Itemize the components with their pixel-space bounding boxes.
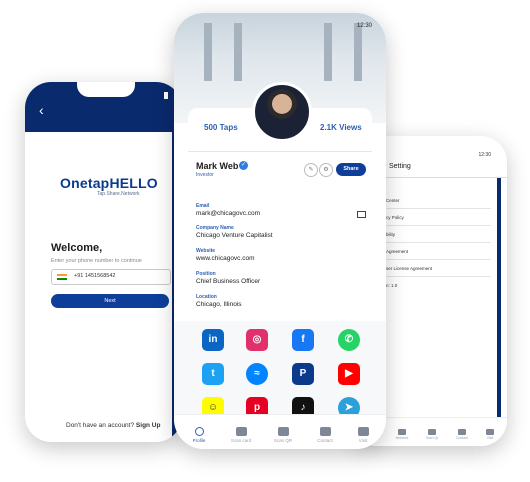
signup-line: Don't have an account? Sign Up	[66, 422, 160, 429]
field-label: Company Name	[196, 225, 234, 231]
verified-icon: ✓	[239, 161, 248, 170]
login-phone: ‹ OnetapHELLO Tap.Share.Network Welcome,…	[25, 82, 182, 442]
phone-input[interactable]: +91 1451568542	[51, 269, 171, 285]
nav-scan-qr[interactable]: Scan Qr	[422, 429, 442, 440]
signup-link[interactable]: Sign Up	[136, 422, 161, 429]
divider	[381, 276, 491, 277]
edit-icon[interactable]: ✎	[304, 163, 318, 177]
window-mullion	[234, 23, 242, 81]
profile-name: Mark Web	[196, 161, 239, 171]
india-flag-icon[interactable]	[57, 274, 67, 280]
visit-icon	[357, 427, 369, 436]
field-value: Chicago Venture Capitalist	[196, 232, 273, 239]
window-mullion	[354, 23, 362, 81]
taps-count: 500 Taps	[204, 123, 238, 132]
field-label: Location	[196, 294, 217, 300]
app-logo: OnetapHELLO	[60, 175, 158, 191]
position-field: Position Chief Business Officer	[196, 271, 260, 285]
settings-icon[interactable]: ⚙	[319, 163, 333, 177]
battery-icon	[164, 92, 168, 99]
field-value: mark@chicagovc.com	[196, 210, 261, 217]
nav-contact[interactable]: Contact	[452, 429, 472, 440]
nav-profile[interactable]: Profile	[184, 427, 214, 443]
views-count: 2.1K Views	[320, 123, 362, 132]
phone-prompt: Enter your phone number to continue	[51, 258, 142, 264]
instagram-icon[interactable]: ◎	[246, 329, 268, 351]
nav-label: Network	[395, 436, 409, 440]
logo-tagline: Tap.Share.Network	[97, 191, 140, 197]
settings-item[interactable]: ser License Agreement	[386, 266, 432, 271]
welcome-heading: Welcome,	[51, 242, 103, 254]
card-icon	[235, 427, 247, 436]
phone-notch	[77, 82, 135, 97]
contact-icon	[458, 429, 466, 435]
phone-value: +91 1451568542	[74, 273, 116, 279]
logo-prefix: Onetap	[60, 175, 110, 191]
field-value: Chicago, Illinois	[196, 301, 242, 308]
settings-title: Setting	[389, 163, 411, 170]
nav-label: Visit	[486, 436, 494, 440]
linkedin-icon[interactable]: in	[202, 329, 224, 351]
nav-scan-card[interactable]: Scan card	[226, 427, 256, 443]
nav-label: Visit	[358, 438, 368, 443]
window-mullion	[324, 23, 332, 81]
company-field: Company Name Chicago Venture Capitalist	[196, 225, 273, 239]
nav-scan-qr[interactable]: Scan QR	[268, 427, 298, 443]
profile-phone: 12:30 500 Taps 2.1K Views Mark Web ✓ Inv…	[174, 13, 386, 449]
field-label: Email	[196, 203, 210, 209]
network-icon	[398, 429, 406, 435]
settings-item[interactable]: Center	[386, 198, 400, 203]
profile-icon	[194, 427, 204, 436]
signup-text: Don't have an account?	[66, 422, 135, 429]
settings-item[interactable]: cy Policy	[386, 215, 404, 220]
nav-label: Profile	[192, 438, 206, 443]
whatsapp-icon[interactable]: ✆	[338, 329, 360, 351]
divider	[381, 225, 491, 226]
back-arrow-icon[interactable]: ‹	[39, 102, 44, 118]
nav-visit[interactable]: Visit	[348, 427, 378, 443]
status-time: 12:30	[478, 152, 491, 158]
email-field[interactable]: Email mark@chicagovc.com	[196, 203, 260, 217]
field-value: www.chicagovc.com	[196, 255, 255, 262]
divider	[381, 208, 491, 209]
status-time: 12:30	[356, 23, 372, 29]
field-value: Chief Business Officer	[196, 278, 261, 285]
next-button[interactable]: Next	[51, 294, 169, 308]
nav-label: Contact	[317, 438, 333, 443]
paypal-icon[interactable]: P	[292, 363, 314, 385]
nav-contact[interactable]: Contact	[310, 427, 340, 443]
settings-item[interactable]: bility	[386, 232, 395, 237]
bottom-nav: Profile Scan card Scan QR Contact Visit	[174, 414, 386, 449]
contact-icon	[319, 427, 331, 436]
twitter-icon[interactable]: t	[202, 363, 224, 385]
share-button[interactable]: Share	[336, 163, 366, 176]
messenger-icon[interactable]: ≈	[246, 363, 268, 385]
logo-brand: HELLO	[109, 175, 158, 191]
avatar	[252, 82, 312, 142]
nav-label: Scan card	[230, 438, 252, 443]
nav-visit[interactable]: Visit	[480, 429, 500, 440]
mail-icon[interactable]	[357, 211, 366, 218]
divider	[381, 259, 491, 260]
divider	[381, 242, 491, 243]
profile-role: Investor	[196, 172, 214, 178]
field-label: Position	[196, 271, 216, 277]
field-label: Website	[196, 248, 216, 254]
qr-icon	[428, 429, 436, 435]
visit-icon	[486, 429, 494, 435]
facebook-icon[interactable]: f	[292, 329, 314, 351]
divider	[188, 151, 372, 152]
qr-icon	[277, 427, 289, 436]
settings-item: n: 1.0	[386, 283, 398, 288]
youtube-icon[interactable]: ▶	[338, 363, 360, 385]
nav-label: Scan QR	[273, 438, 293, 443]
window-mullion	[204, 23, 212, 81]
website-field[interactable]: Website www.chicagovc.com	[196, 248, 255, 262]
location-field: Location Chicago, Illinois	[196, 294, 242, 308]
nav-label: Scan Qr	[425, 436, 439, 440]
nav-network[interactable]: Network	[392, 429, 412, 440]
settings-item[interactable]: Agreement	[386, 249, 408, 254]
nav-label: Contact	[455, 436, 469, 440]
